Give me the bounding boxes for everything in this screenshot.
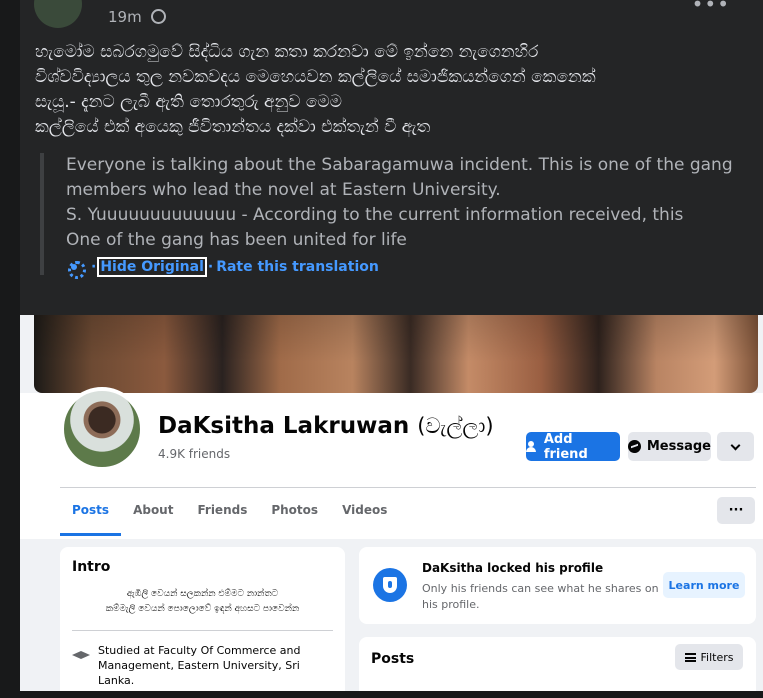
translation-line: S. Yuuuuuuuuuuuuu - According to the cur…: [66, 205, 684, 225]
profile-tabs: Posts About Friends Photos Videos: [60, 490, 399, 536]
gear-icon[interactable]: [66, 259, 86, 279]
education-prefix: Studied at: [98, 644, 159, 657]
page-avatar[interactable]: [34, 0, 82, 28]
translation-line: members who lead the novel at Eastern Un…: [66, 180, 501, 200]
translation-line: Everyone is talking about the Sabaragamu…: [66, 155, 733, 175]
intro-bio: ඇඹිලි වෙයන් සලකන්න එම්මට නාන්තට කම්මැලි …: [60, 587, 345, 617]
locked-title: DaKsitha locked his profile: [422, 561, 604, 575]
filters-button[interactable]: Filters: [675, 644, 743, 670]
locked-description: Only his friends can see what he shares …: [422, 582, 659, 611]
profile-nickname: (වැල්ලා): [417, 414, 494, 438]
post-text: හැමෝම සබරගමුවේ සිද්ධිය ගැන කතා කරනවා මේ …: [35, 40, 750, 140]
attached-screenshot[interactable]: DaKsitha Lakruwan (වැල්ලා) 4.9K friends A…: [20, 315, 763, 698]
tab-photos[interactable]: Photos: [259, 490, 330, 536]
post-timestamp[interactable]: 19m: [108, 8, 142, 26]
profile-options-button[interactable]: [717, 432, 754, 461]
post-card: 19m ••• හැමෝම සබරගමුවේ සිද්ධිය ගැන කතා ක…: [20, 0, 763, 698]
message-button[interactable]: Message: [628, 432, 711, 461]
tabs-more-button[interactable]: ···: [717, 497, 755, 524]
post-text-line: සැයූ.- දැනට ලැබී ඇති තොරතුරු අනුව මෙම: [35, 92, 342, 112]
chevron-down-icon: [730, 440, 741, 450]
separator-dot: ·: [91, 259, 97, 275]
add-friend-button[interactable]: Add friend: [526, 431, 620, 462]
post-text-line: විශ්වවිද්‍යාලය තුල නවකවදය මෙහෙයවන කල්ලිය…: [35, 67, 596, 87]
intro-title: Intro: [72, 559, 111, 575]
bottom-edge: [0, 691, 763, 698]
post-header: 19m •••: [34, 0, 734, 30]
locked-profile-card: DaKsitha locked his profile Only his fri…: [359, 547, 756, 624]
graduation-cap-icon: [72, 651, 90, 659]
profile-name-text: DaKsitha Lakruwan: [158, 413, 410, 439]
post-text-line: කල්ලියේ එක් අයෙකු ජීවිතාන්තය දක්වා එක්තැ…: [35, 117, 431, 137]
profile-name: DaKsitha Lakruwan (වැල්ලා): [158, 413, 494, 439]
separator-dot: ·: [207, 259, 214, 275]
globe-icon: [151, 9, 166, 24]
shield-icon: [373, 568, 407, 602]
profile-picture: [60, 387, 144, 471]
intro-bio-line: කම්මැලි වෙයන් පොලොවේ ඉඳන් අහසට පාවෙන්න: [105, 604, 300, 614]
cover-photo-overlay: [34, 315, 758, 393]
friends-count: 4.9K friends: [158, 447, 231, 461]
posts-title: Posts: [371, 651, 415, 667]
education-item: Studied at Faculty Of Commerce and Manag…: [98, 643, 338, 688]
rate-translation-link[interactable]: Rate this translation: [216, 259, 379, 275]
tab-posts[interactable]: Posts: [60, 490, 122, 536]
divider: [60, 487, 756, 488]
intro-bio-line: ඇඹිලි වෙයන් සලකන්න එම්මට නාන්තට: [126, 589, 279, 599]
tab-videos[interactable]: Videos: [330, 490, 399, 536]
post-text-line: හැමෝම සබරගමුවේ සිද්ධිය ගැන කතා කරනවා මේ …: [35, 42, 539, 62]
message-label: Message: [646, 439, 711, 454]
learn-more-button[interactable]: Learn more: [663, 572, 745, 598]
posts-card: Posts Filters: [359, 637, 756, 698]
filter-icon: [684, 652, 696, 662]
tab-friends[interactable]: Friends: [185, 490, 259, 536]
translation-actions: · Hide Original · Rate this translation: [66, 257, 740, 279]
translation-block: Everyone is talking about the Sabaragamu…: [40, 153, 740, 279]
add-friend-label: Add friend: [543, 431, 588, 462]
tab-about[interactable]: About: [121, 490, 185, 536]
add-person-icon: [526, 441, 538, 452]
hide-original-link[interactable]: Hide Original: [97, 257, 207, 277]
filters-label: Filters: [700, 650, 734, 664]
messenger-icon: [628, 440, 641, 453]
translation-line: One of the gang has been united for life: [66, 230, 407, 250]
more-options-icon[interactable]: •••: [692, 0, 730, 16]
divider: [72, 630, 333, 631]
intro-card: Intro ඇඹිලි වෙයන් සලකන්න එම්මට නාන්තට කම…: [60, 547, 345, 698]
